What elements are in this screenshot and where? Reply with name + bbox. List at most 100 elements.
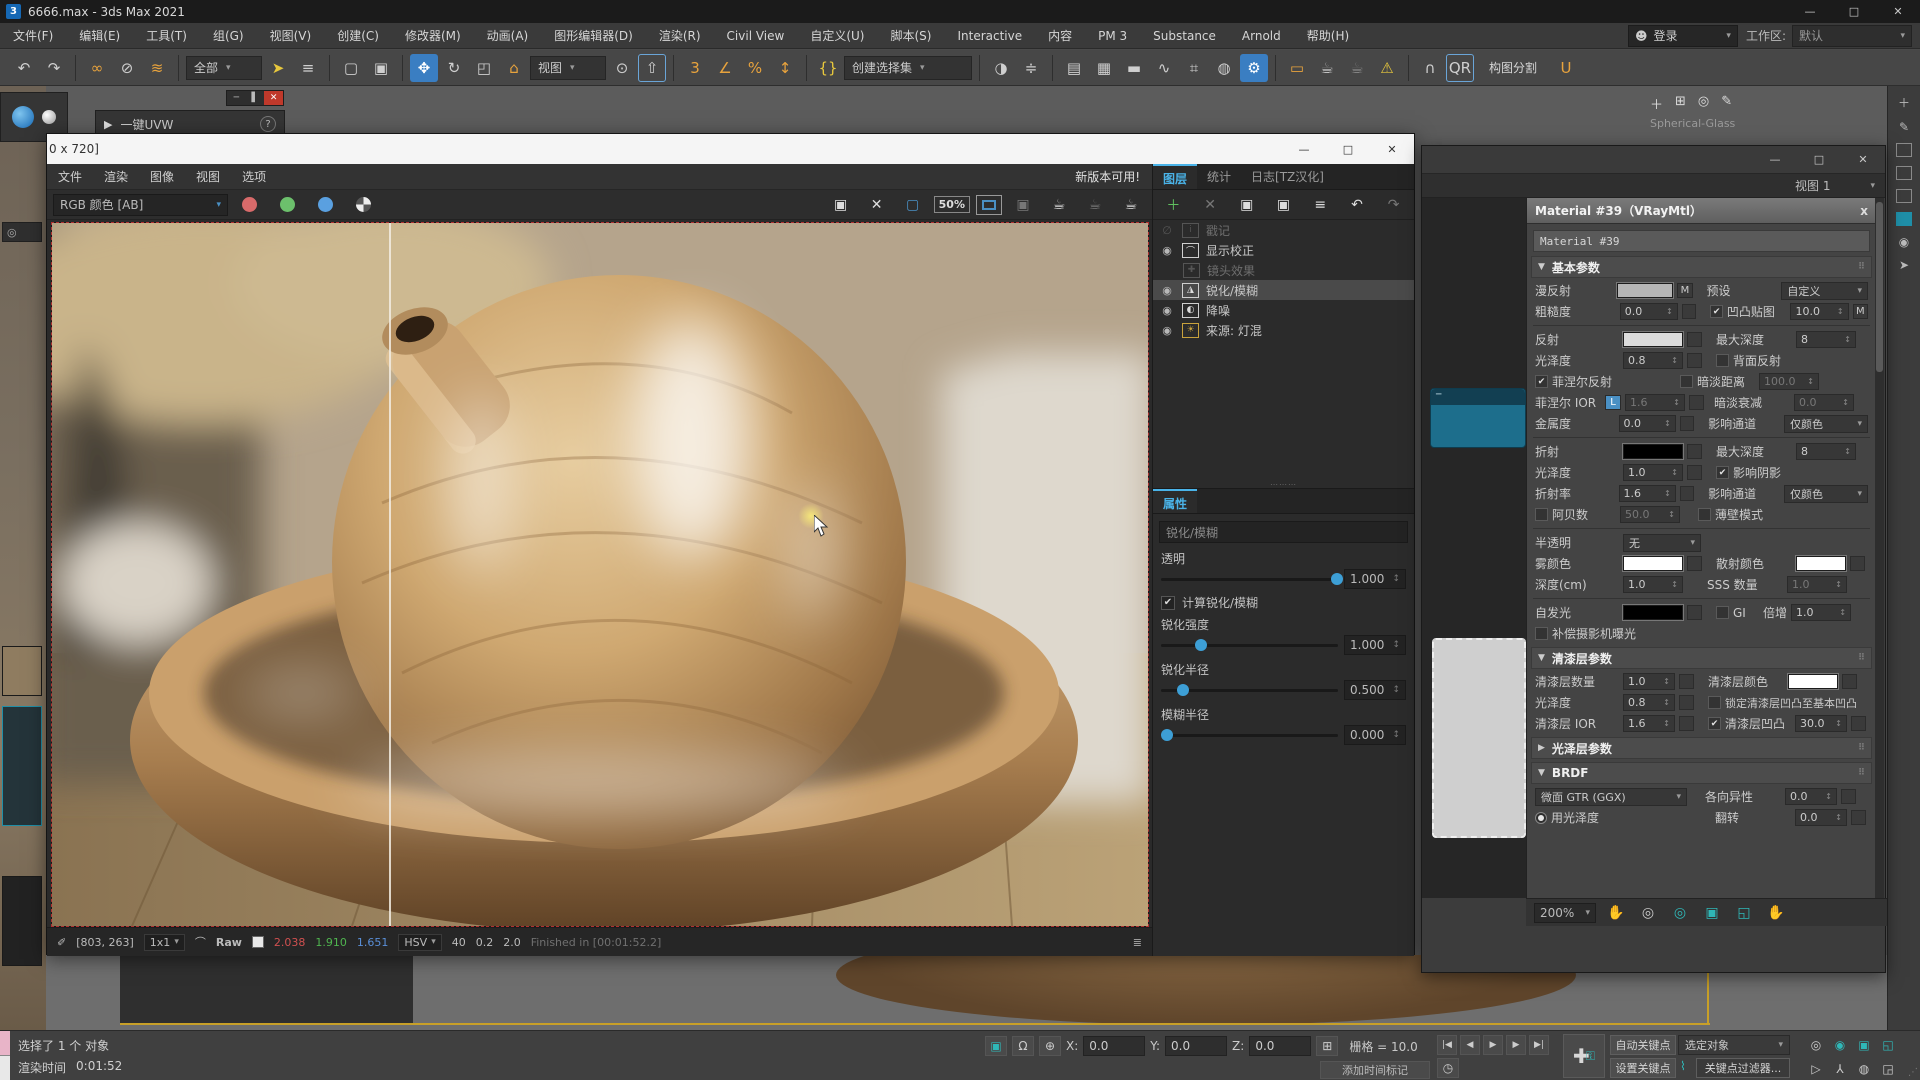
material-name-field[interactable]: Material #39 <box>1533 230 1870 252</box>
refract-gloss-spinner[interactable]: 1.0 <box>1623 464 1683 481</box>
close-icon[interactable]: x <box>1860 204 1868 218</box>
view-tab[interactable]: 视图 1 <box>1795 177 1830 194</box>
delete-layer-icon[interactable]: ✕ <box>1194 193 1227 217</box>
refract-map-slot[interactable] <box>1687 444 1702 459</box>
y-field[interactable]: 0.0 <box>1165 1036 1227 1056</box>
stats-menu-icon[interactable]: ≣ <box>1133 936 1142 949</box>
select-by-name-icon[interactable]: ≡ <box>294 54 322 82</box>
minimize-icon[interactable]: — <box>1753 148 1797 171</box>
gi-checkbox[interactable] <box>1716 606 1729 619</box>
gloss-spinner[interactable]: 0.8 <box>1623 352 1683 369</box>
tab-log[interactable]: 日志[TZ汉化] <box>1241 164 1334 189</box>
thin-wall-checkbox[interactable] <box>1698 508 1711 521</box>
close-icon[interactable]: ✕ <box>264 91 283 105</box>
play-icon[interactable]: ▶ <box>1483 1035 1503 1055</box>
grid-icon[interactable]: ⊞ <box>1316 1036 1338 1056</box>
dim-distance-checkbox[interactable] <box>1680 375 1693 388</box>
material-editor-icon[interactable]: ◍ <box>1210 54 1238 82</box>
pin-icon[interactable]: ▌ <box>246 91 265 105</box>
save-layers-icon[interactable]: ▣ <box>1230 193 1263 217</box>
zoom-icon[interactable]: ◎ <box>1805 1034 1827 1056</box>
vfb-menu-image[interactable]: 图像 <box>139 164 185 190</box>
material-node[interactable]: ─ <box>1430 388 1526 448</box>
node-thumbnail[interactable] <box>2 646 42 696</box>
maximize-icon[interactable]: □ <box>1326 134 1370 164</box>
menu-rendering[interactable]: 渲染(R) <box>646 23 714 49</box>
search-icon[interactable]: ◎ <box>1698 94 1709 113</box>
search-input[interactable]: ◎ <box>2 222 42 242</box>
maximize-viewport-icon[interactable]: ◲ <box>1877 1058 1899 1080</box>
layout-tab[interactable] <box>1896 166 1912 180</box>
login-dropdown[interactable]: ☻ 登录 ▾ <box>1628 25 1738 47</box>
go-to-start-icon[interactable]: |◀ <box>1437 1035 1457 1055</box>
coat-lock-checkbox[interactable] <box>1708 696 1721 709</box>
select-place-icon[interactable]: ⌂ <box>500 54 528 82</box>
selection-lock-icon[interactable]: Ω <box>1012 1036 1034 1056</box>
u-plugin-icon[interactable]: U <box>1552 54 1580 82</box>
ior-spinner[interactable]: 1.6 <box>1619 485 1676 502</box>
load-layers-icon[interactable]: ▣ <box>1267 193 1300 217</box>
unlink-selection-icon[interactable]: ⊘ <box>113 54 141 82</box>
undo-icon[interactable]: ↶ <box>10 54 38 82</box>
render-canvas[interactable] <box>51 222 1149 927</box>
abbe-checkbox[interactable] <box>1535 508 1548 521</box>
qr-icon[interactable]: QR <box>1446 54 1474 82</box>
absolute-mode-icon[interactable]: ⊕ <box>1039 1036 1061 1056</box>
rendered-frame-window-icon[interactable]: ▭ <box>1283 54 1311 82</box>
vfb-menu-options[interactable]: 选项 <box>231 164 277 190</box>
menu-tools[interactable]: 工具(T) <box>133 23 200 49</box>
menu-arnold[interactable]: Arnold <box>1229 23 1294 49</box>
vfb-zoom-badge[interactable]: 50% <box>934 196 970 213</box>
maximize-icon[interactable]: □ <box>1832 0 1876 23</box>
edit-icon[interactable]: ✎ <box>1899 120 1909 134</box>
angle-snap-icon[interactable]: ∠ <box>711 54 739 82</box>
redo-icon[interactable]: ↷ <box>40 54 68 82</box>
scene-explorer-icon[interactable]: ▤ <box>1060 54 1088 82</box>
menu-substance[interactable]: Substance <box>1140 23 1229 49</box>
menu-customize[interactable]: 自定义(U) <box>797 23 877 49</box>
rotation-spinner[interactable]: 0.0 <box>1795 809 1847 826</box>
render-iterative-icon[interactable]: ☕ <box>1343 54 1371 82</box>
minimize-icon[interactable]: — <box>1788 0 1832 23</box>
select-object-icon[interactable]: ➤ <box>264 54 292 82</box>
fresnel-ior-spinner[interactable]: 1.6 <box>1625 394 1685 411</box>
camera-exposure-checkbox[interactable] <box>1535 627 1548 640</box>
tab-properties[interactable]: 属性 <box>1153 489 1197 513</box>
bump-map-button[interactable]: M <box>1853 304 1868 319</box>
layer-row[interactable]: ✚ 镜头效果 <box>1153 260 1414 280</box>
menu-animation[interactable]: 动画(A) <box>474 23 542 49</box>
panel-scrollbar[interactable] <box>1875 198 1884 898</box>
coat-gloss-map-slot[interactable] <box>1679 695 1694 710</box>
support-icon[interactable]: ∩ <box>1416 54 1444 82</box>
node-thumbnail[interactable] <box>2 706 42 826</box>
translucency-dropdown[interactable]: 无▾ <box>1623 534 1701 552</box>
render-warning-icon[interactable]: ⚠ <box>1373 54 1401 82</box>
menu-file[interactable]: 文件(F) <box>0 23 66 49</box>
plugin-orb-icon[interactable] <box>12 106 34 128</box>
opacity-value[interactable]: 1.000 <box>1344 569 1406 589</box>
bump-checkbox[interactable]: ✔ <box>1710 305 1723 318</box>
vfb-menu-render[interactable]: 渲染 <box>93 164 139 190</box>
edit-icon[interactable]: ✎ <box>1721 94 1732 113</box>
workspace-dropdown[interactable]: 默认 ▾ <box>1792 25 1912 47</box>
render-last-icon[interactable]: ☕ <box>1044 193 1074 217</box>
refract-depth-spinner[interactable]: 8 <box>1796 443 1856 460</box>
zoom-icon[interactable]: ◎ <box>1636 901 1660 925</box>
coat-bump-map-slot[interactable] <box>1851 716 1866 731</box>
section-sheen-params[interactable]: ▶ 光泽层参数 ⠿ <box>1531 737 1872 759</box>
add-icon[interactable]: ＋ <box>1898 94 1910 111</box>
ior-map-slot[interactable] <box>1680 486 1694 501</box>
zoom-extents-icon[interactable]: ▣ <box>1853 1034 1875 1056</box>
section-basic-params[interactable]: ▼ 基本参数 ⠿ <box>1531 256 1872 278</box>
blue-channel-icon[interactable] <box>308 193 342 217</box>
depth-spinner[interactable]: 1.0 <box>1623 576 1683 593</box>
vfb-menu-view[interactable]: 视图 <box>185 164 231 190</box>
sharpen-radius-value[interactable]: 0.500 <box>1344 680 1406 700</box>
roughness-map-slot[interactable] <box>1682 304 1697 319</box>
ribbon-toggle-icon[interactable]: ▬ <box>1120 54 1148 82</box>
panel-splitter[interactable]: ⋯⋯⋯ <box>1153 480 1414 488</box>
clear-image-icon[interactable]: ✕ <box>862 193 892 217</box>
menu-modifiers[interactable]: 修改器(M) <box>392 23 474 49</box>
menu-civil-view[interactable]: Civil View <box>714 23 798 49</box>
tab-stats[interactable]: 统计 <box>1197 164 1241 189</box>
